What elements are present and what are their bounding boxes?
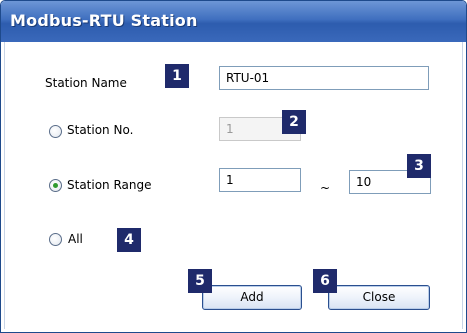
window-title: Modbus-RTU Station [10, 11, 198, 30]
callout-badge-5: 5 [188, 269, 212, 293]
callout-badge-3: 3 [407, 154, 431, 178]
radio-selected-dot [53, 183, 58, 188]
callout-badge-2: 2 [282, 110, 306, 134]
station-name-input[interactable]: RTU-01 [219, 66, 429, 90]
station-range-from-input[interactable]: 1 [219, 168, 301, 192]
range-separator: ~ [320, 181, 331, 195]
callout-badge-6: 6 [313, 269, 337, 293]
callout-badge-4: 4 [117, 228, 141, 252]
station-no-radio[interactable] [49, 125, 62, 138]
station-name-label: Station Name [45, 76, 127, 90]
all-label: All [68, 232, 83, 246]
modbus-rtu-station-dialog: Modbus-RTU Station Station Name 1 RTU-01… [0, 0, 467, 333]
station-range-label: Station Range [67, 178, 152, 192]
close-button[interactable]: Close [328, 285, 430, 310]
callout-badge-1: 1 [165, 64, 189, 88]
station-range-radio[interactable] [49, 179, 62, 192]
station-no-label: Station No. [67, 123, 134, 137]
add-button[interactable]: Add [202, 285, 302, 310]
all-radio[interactable] [49, 233, 62, 246]
title-bar[interactable]: Modbus-RTU Station [1, 1, 466, 42]
